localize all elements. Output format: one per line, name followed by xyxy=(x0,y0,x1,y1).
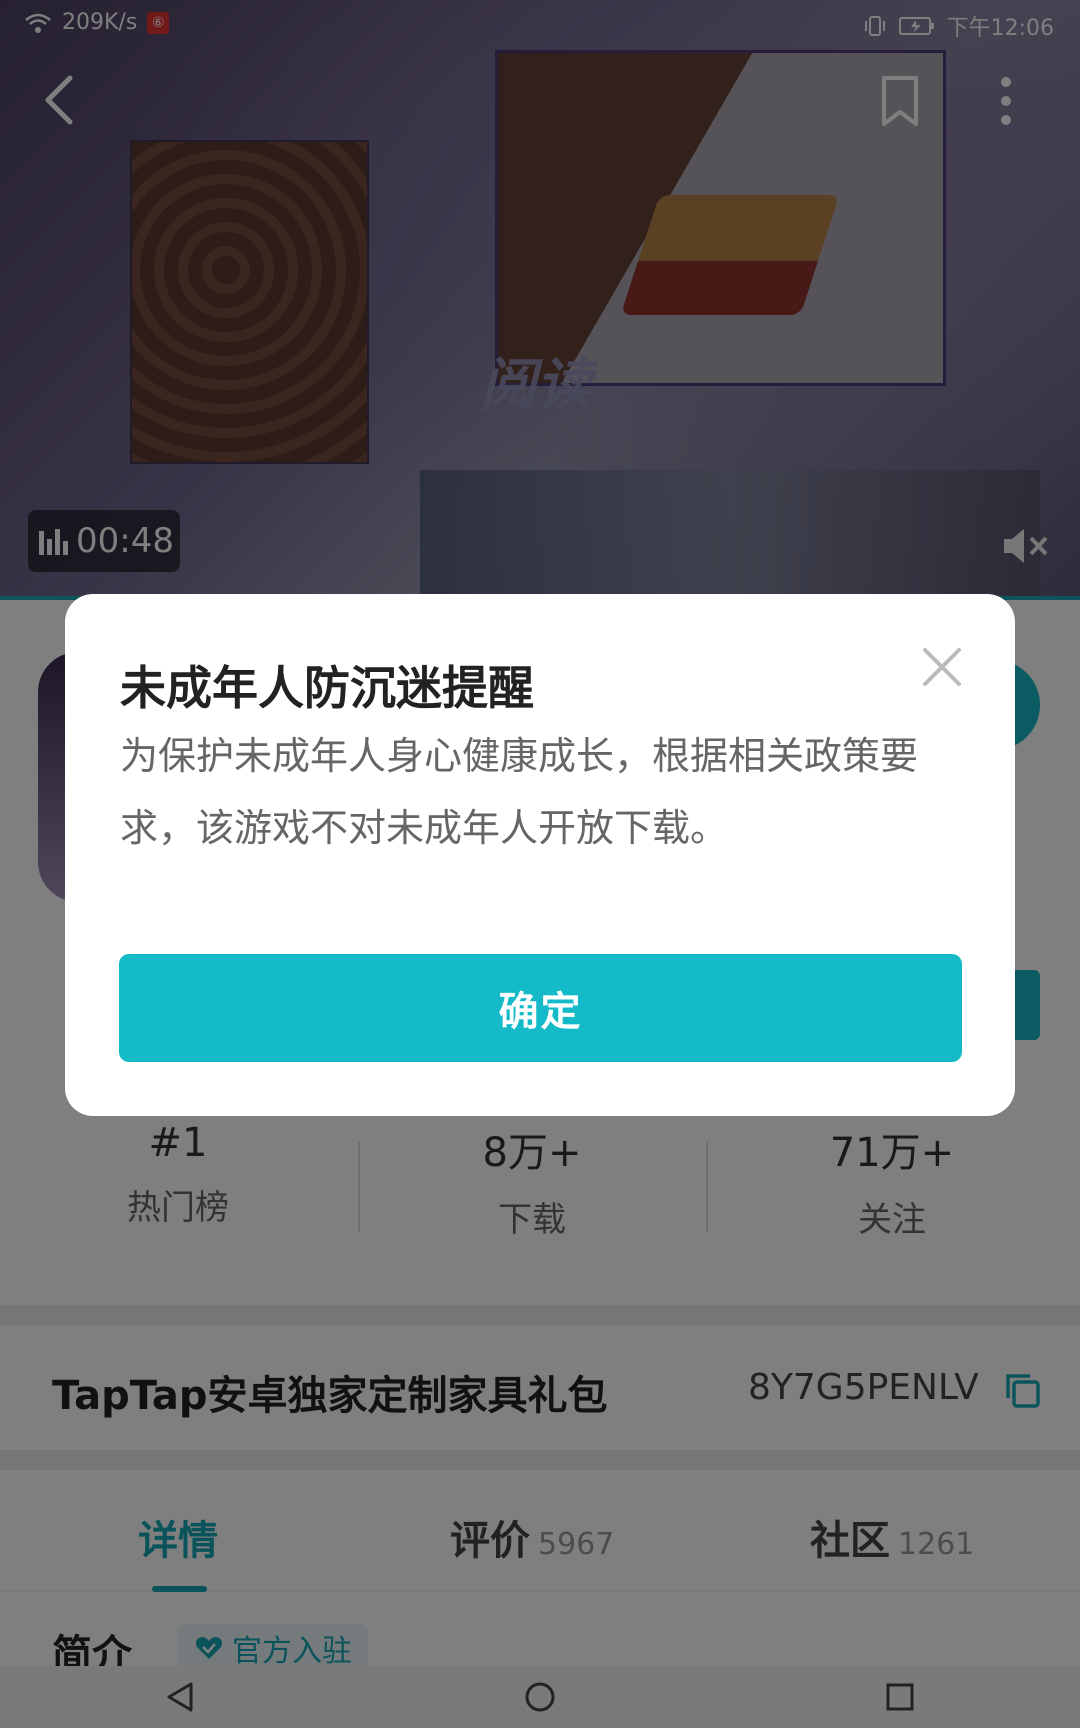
dialog-title: 未成年人防沉迷提醒 xyxy=(120,661,534,715)
nav-home-button[interactable] xyxy=(510,1675,570,1719)
close-button[interactable] xyxy=(917,642,967,692)
nav-back-button[interactable] xyxy=(150,1675,210,1719)
square-recents-icon xyxy=(886,1683,914,1711)
dialog-message: 为保护未成年人身心健康成长，根据相关政策要求，该游戏不对未成年人开放下载。 xyxy=(120,734,919,850)
confirm-button[interactable]: 确定 xyxy=(119,954,962,1062)
system-nav-bar xyxy=(0,1666,1080,1728)
nav-recents-button[interactable] xyxy=(870,1675,930,1719)
circle-home-icon xyxy=(525,1682,555,1712)
triangle-back-icon xyxy=(167,1682,193,1712)
anti-addiction-dialog: 未成年人防沉迷提醒 为保护未成年人身心健康成长，根据相关政策要求，该游戏不对未成… xyxy=(65,594,1015,1116)
close-icon xyxy=(923,648,961,686)
